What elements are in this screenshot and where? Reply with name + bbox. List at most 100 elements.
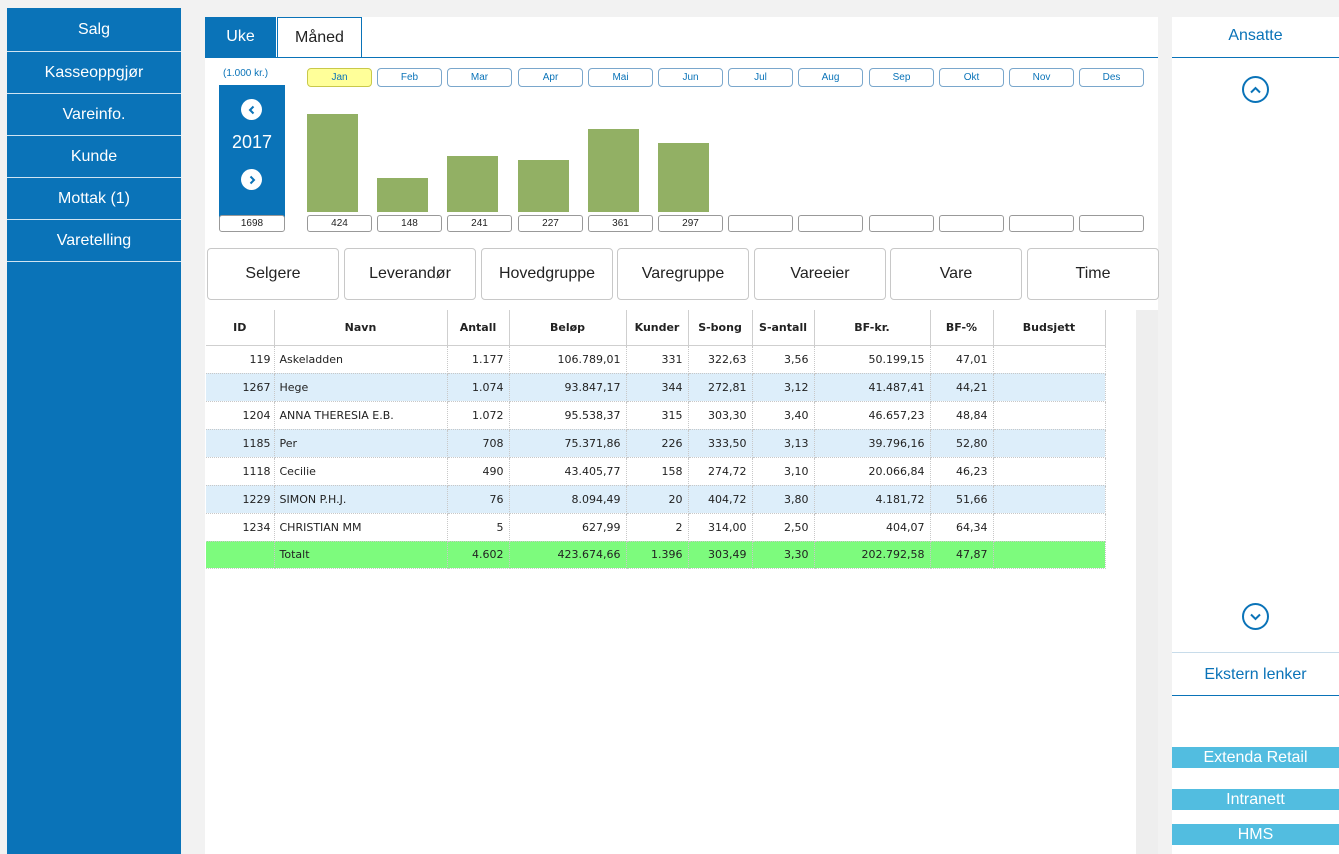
table-cell: 404,72 <box>688 485 753 514</box>
table-row[interactable]: 1229 SIMON P.H.J. 76 8.094,49 20 404,72 3,80 4.… <box>206 485 1106 514</box>
links-top-divider <box>1172 652 1339 653</box>
month-button-sep[interactable]: Sep <box>869 68 934 87</box>
table-header-row: ID Navn Antall Beløp Kunder S-bong S-ant… <box>206 310 1106 346</box>
month-button-jan[interactable]: Jan <box>307 68 372 87</box>
table-cell: 331 <box>626 345 689 374</box>
column-header[interactable]: S-bong <box>688 310 753 346</box>
column-header[interactable]: Kunder <box>626 310 689 346</box>
table-cell: 75.371,86 <box>509 429 627 458</box>
employees-divider <box>1172 57 1339 58</box>
table-cell: SIMON P.H.J. <box>274 485 448 514</box>
year-selector: 2017 <box>219 85 285 219</box>
employees-title: Ansatte <box>1228 27 1283 44</box>
sidebar-item-vareinfo[interactable]: Vareinfo. <box>7 94 181 136</box>
table-cell: ANNA THERESIA E.B. <box>274 401 448 430</box>
category-leverandor-button[interactable]: Leverandør <box>344 248 476 300</box>
tab-maned[interactable]: Måned <box>277 17 362 57</box>
sidebar-item-varetelling[interactable]: Varetelling <box>7 220 181 262</box>
table-cell <box>993 513 1106 542</box>
month-button-mai[interactable]: Mai <box>588 68 653 87</box>
bar-feb[interactable] <box>377 178 428 212</box>
category-varegruppe-button[interactable]: Varegruppe <box>617 248 749 300</box>
table-cell: 1.072 <box>447 401 510 430</box>
month-button-jul[interactable]: Jul <box>728 68 793 87</box>
column-header[interactable]: Navn <box>274 310 448 346</box>
table-row[interactable]: 1204 ANNA THERESIA E.B. 1.072 95.538,37 315 3… <box>206 401 1106 430</box>
bar-mai[interactable] <box>588 129 639 212</box>
month-button-okt[interactable]: Okt <box>939 68 1004 87</box>
month-button-des[interactable]: Des <box>1079 68 1144 87</box>
category-vareeier-button[interactable]: Vareeier <box>754 248 886 300</box>
table-cell: 202.792,58 <box>814 541 931 569</box>
right-panel: Ansatte Ekstern lenker Extenda Retail In… <box>1172 17 1339 854</box>
year-value: 2017 <box>231 132 273 152</box>
category-vare-button[interactable]: Vare <box>890 248 1022 300</box>
table-cell: 322,63 <box>688 345 753 374</box>
column-header[interactable]: BF-% <box>930 310 994 346</box>
bar-apr[interactable] <box>518 160 569 212</box>
table-cell: 226 <box>626 429 689 458</box>
table-cell: 1234 <box>206 513 275 542</box>
bar-jan[interactable] <box>307 114 358 212</box>
table-row[interactable]: 1118 Cecilie 490 43.405,77 158 274,72 3,10 20.0… <box>206 457 1106 486</box>
table-cell: 1229 <box>206 485 275 514</box>
sidebar-item-mottak[interactable]: Mottak (1) <box>7 178 181 220</box>
month-button-apr[interactable]: Apr <box>518 68 583 87</box>
table-cell: 1.074 <box>447 373 510 402</box>
month-button-jun[interactable]: Jun <box>658 68 723 87</box>
category-selgere-button[interactable]: Selgere <box>207 248 339 300</box>
monthly-sales-panel: Uke Måned (1.000 kr.) 2017 1698 Jan Feb Ma… <box>205 17 1158 240</box>
table-cell: 404,07 <box>814 513 931 542</box>
table-cell <box>993 429 1106 458</box>
bar-mar[interactable] <box>447 156 498 212</box>
chevron-down-circle-icon[interactable] <box>1242 603 1269 630</box>
table-cell: 1185 <box>206 429 275 458</box>
column-header[interactable]: Antall <box>447 310 510 346</box>
category-time-button[interactable]: Time <box>1027 248 1159 300</box>
column-header[interactable]: BF-kr. <box>814 310 931 346</box>
table-cell <box>993 457 1106 486</box>
table-cell: 8.094,49 <box>509 485 627 514</box>
table-cell: Totalt <box>274 541 448 569</box>
table-total-row[interactable]: Totalt 4.602 423.674,66 1.396 303,49 3,30 202.… <box>206 541 1106 569</box>
table-cell: 708 <box>447 429 510 458</box>
table-cell: 44,21 <box>930 373 994 402</box>
year-total: 1698 <box>219 215 285 232</box>
column-header[interactable]: ID <box>206 310 275 346</box>
column-header[interactable]: S-antall <box>752 310 815 346</box>
tab-uke[interactable]: Uke <box>205 17 276 57</box>
table-cell: Hege <box>274 373 448 402</box>
month-button-aug[interactable]: Aug <box>798 68 863 87</box>
bar-jun[interactable] <box>658 143 709 212</box>
category-hovedgruppe-button[interactable]: Hovedgruppe <box>481 248 613 300</box>
sales-table: ID Navn Antall Beløp Kunder S-bong S-ant… <box>206 310 1136 569</box>
table-row[interactable]: 119 Askeladden 1.177 106.789,01 331 322,63 3,5… <box>206 345 1106 374</box>
month-value-jun: 297 <box>658 215 723 232</box>
table-row[interactable]: 1267 Hege 1.074 93.847,17 344 272,81 3,12 41.48… <box>206 373 1106 402</box>
table-cell: 344 <box>626 373 689 402</box>
table-cell <box>993 401 1106 430</box>
month-button-nov[interactable]: Nov <box>1009 68 1074 87</box>
month-button-mar[interactable]: Mar <box>447 68 512 87</box>
sidebar-item-kunde[interactable]: Kunde <box>7 136 181 178</box>
month-button-feb[interactable]: Feb <box>377 68 442 87</box>
link-extenda-retail[interactable]: Extenda Retail <box>1172 747 1339 768</box>
tab-divider <box>205 57 1158 58</box>
chevron-up-circle-icon[interactable] <box>1242 76 1269 103</box>
sidebar-item-salg[interactable]: Salg <box>7 8 181 52</box>
table-cell: 39.796,16 <box>814 429 931 458</box>
chevron-left-icon[interactable] <box>241 99 262 120</box>
table-cell: 3,56 <box>752 345 815 374</box>
table-row[interactable]: 1185 Per 708 75.371,86 226 333,50 3,13 39.796,1… <box>206 429 1106 458</box>
table-cell: 1267 <box>206 373 275 402</box>
sidebar-item-kasseoppgjor[interactable]: Kasseoppgjør <box>7 52 181 94</box>
link-hms[interactable]: HMS <box>1172 824 1339 845</box>
table-row[interactable]: 1234 CHRISTIAN MM 5 627,99 2 314,00 2,50 404,07… <box>206 513 1106 542</box>
external-links-divider <box>1172 695 1339 696</box>
table-cell: 314,00 <box>688 513 753 542</box>
column-header[interactable]: Beløp <box>509 310 627 346</box>
column-header[interactable]: Budsjett <box>993 310 1106 346</box>
table-cell: Cecilie <box>274 457 448 486</box>
chevron-right-icon[interactable] <box>241 169 262 190</box>
link-intranett[interactable]: Intranett <box>1172 789 1339 810</box>
